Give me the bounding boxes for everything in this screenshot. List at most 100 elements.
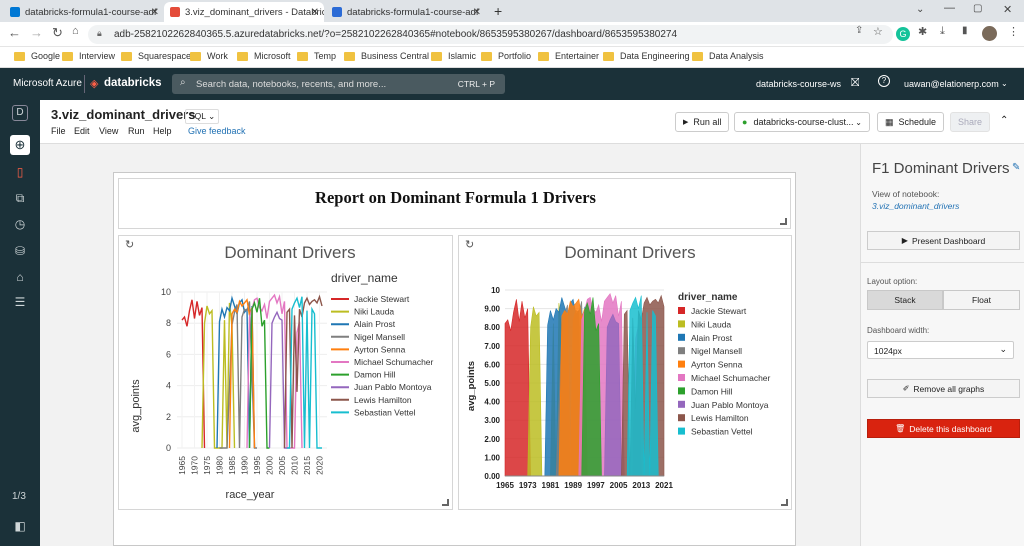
y-tick-label: 0.00 (484, 472, 500, 481)
stack-option[interactable]: Stack (867, 290, 943, 310)
workflows-icon[interactable]: ☰ (10, 292, 30, 312)
menu-help[interactable]: Help (153, 126, 172, 136)
dashboard-settings-panel: F1 Dominant Drivers ✎ View of notebook: … (860, 144, 1024, 546)
home-icon[interactable]: ⌂ (72, 25, 79, 37)
back-icon[interactable]: ← (8, 25, 21, 40)
download-icon[interactable]: ⤓ (940, 25, 945, 38)
resize-handle[interactable] (442, 499, 449, 506)
bookmark-islamic[interactable]: Islamic (431, 51, 476, 61)
legend-swatch (678, 414, 685, 422)
y-tick-label: 3.00 (484, 416, 500, 425)
share-button[interactable]: Share (950, 112, 991, 132)
present-dashboard-button[interactable]: ▶ Present Dashboard (867, 231, 1020, 250)
legend-entry: Lewis Hamilton (691, 413, 749, 423)
calendar-icon: ▦ (885, 116, 894, 127)
delete-dashboard-button[interactable]: 🗑︎ Delete this dashboard (867, 419, 1020, 438)
legend-entry: Alain Prost (354, 319, 396, 329)
bookmark-microsoft[interactable]: Microsoft (237, 51, 291, 61)
x-tick-label: 2013 (632, 481, 650, 490)
bookmark-interview[interactable]: Interview (62, 51, 115, 61)
forward-icon[interactable]: → (30, 25, 43, 40)
star-icon[interactable]: ☆ (873, 25, 883, 38)
sidepanel-icon[interactable]: ▮ (962, 25, 968, 36)
bookmark-business-central[interactable]: Business Central (344, 51, 429, 61)
reload-icon[interactable]: ↻ (52, 25, 63, 41)
notebook-title[interactable]: 3.viz_dominant_drivers (51, 107, 196, 122)
global-search-input[interactable]: ⌕ Search data, notebooks, recents, and m… (172, 74, 505, 94)
repos-icon[interactable]: ⧉ (10, 188, 30, 208)
bookmark-entertainer[interactable]: Entertainer (538, 51, 599, 61)
workspace-icon[interactable]: ▯ (10, 162, 30, 182)
menu-edit[interactable]: Edit (74, 126, 90, 136)
data-icon[interactable]: ⛁ (10, 241, 30, 261)
remove-all-graphs-button[interactable]: ✐ Remove all graphs (867, 379, 1020, 398)
x-tick-label: 1985 (227, 456, 237, 475)
profile-avatar[interactable] (982, 26, 997, 41)
language-selector[interactable]: SQL ⌄ (185, 109, 220, 124)
recents-icon[interactable]: ◷ (10, 214, 30, 234)
url-field[interactable]: 🔒︎ adb-2582102262840365.5.azuredatabrick… (88, 25, 893, 44)
chevron-down-icon[interactable]: ⌄ (916, 4, 924, 15)
dashboard-width-select[interactable]: 1024px ⌄ (867, 341, 1014, 359)
minimize-icon[interactable]: — (944, 2, 955, 14)
collapse-sidebar-icon[interactable]: ◧ (10, 516, 30, 536)
menu-view[interactable]: View (99, 126, 118, 136)
collapse-header-icon[interactable]: ⌃ (1000, 115, 1008, 126)
bookmark-portfolio[interactable]: Portfolio (481, 51, 531, 61)
bookmark-label: Microsoft (254, 51, 291, 61)
kebab-menu-icon[interactable]: ⋮ (1008, 25, 1019, 38)
bookmark-work[interactable]: Work (190, 51, 228, 61)
folder-icon (62, 51, 73, 61)
resize-handle[interactable] (781, 499, 788, 506)
close-icon[interactable]: ✕ (151, 7, 159, 18)
gift-icon[interactable]: ⛝ (851, 77, 859, 90)
chart2-svg: Dominant Drivers avg_points driver_name … (466, 243, 771, 490)
browser-tab-3[interactable]: databricks-formula1-course-adf ✕ (326, 2, 486, 22)
menu-run[interactable]: Run (128, 126, 145, 136)
bookmark-label: Work (207, 51, 228, 61)
new-icon[interactable]: ⊕ (10, 135, 30, 155)
dashboard-title[interactable]: F1 Dominant Drivers (872, 160, 1010, 177)
cluster-selector[interactable]: ● databricks-course-clust... ⌄ (734, 112, 870, 132)
workspace-switcher[interactable]: databricks-course-ws (756, 79, 841, 89)
run-all-button[interactable]: ▶ Run all (675, 112, 730, 132)
browser-tab-1[interactable]: databricks-formula1-course-adf ✕ (4, 2, 164, 22)
help-icon[interactable]: ? (878, 75, 890, 87)
bookmark-data-engineering[interactable]: Data Engineering (603, 51, 690, 61)
bookmark-squarespace[interactable]: Squarespace (121, 51, 191, 61)
chevron-down-icon[interactable]: ⌄ (1001, 79, 1008, 88)
menu-file[interactable]: File (51, 126, 66, 136)
close-icon[interactable]: ✕ (473, 7, 481, 18)
series-area-jackie-stewart (504, 299, 531, 477)
window-close-icon[interactable]: ✕ (1003, 3, 1012, 16)
divider (861, 262, 1024, 263)
share-icon[interactable]: ⇪ (855, 25, 863, 36)
y-tick-label: 2 (166, 412, 171, 422)
edit-pencil-icon[interactable]: ✎ (1012, 162, 1020, 173)
notebook-link[interactable]: 3.viz_dominant_drivers (872, 201, 959, 211)
bookmark-label: Squarespace (138, 51, 192, 61)
top-nav: Microsoft Azure ◈ databricks ⌕ Search da… (0, 68, 1024, 100)
workspace-d-icon[interactable]: D (12, 105, 28, 121)
present-label: Present Dashboard (911, 235, 986, 246)
new-tab-icon[interactable]: + (494, 3, 502, 19)
give-feedback-link[interactable]: Give feedback (188, 126, 246, 136)
bookmark-label: Portfolio (498, 51, 532, 61)
search-icon: ⌕ (180, 77, 186, 88)
grammarly-icon[interactable]: G (896, 27, 910, 41)
y-tick-label: 10 (161, 287, 171, 297)
maximize-icon[interactable]: ▢ (973, 3, 982, 14)
bookmark-google[interactable]: Google (14, 51, 60, 61)
extensions-icon[interactable]: ✱ (918, 25, 927, 38)
bookmark-temp[interactable]: Temp (297, 51, 336, 61)
float-option[interactable]: Float (943, 290, 1020, 310)
browser-tab-2[interactable]: 3.viz_dominant_drivers - Databric ✕ (164, 2, 324, 22)
user-menu[interactable]: uawan@elationerp.com (904, 79, 999, 89)
compute-icon[interactable]: ⌂ (10, 267, 30, 287)
resize-handle[interactable] (780, 218, 787, 225)
schedule-button[interactable]: ▦ Schedule (877, 112, 945, 132)
close-icon[interactable]: ✕ (311, 7, 319, 18)
left-rail: D ⊕ ▯ ⧉ ◷ ⛁ ⌂ ☰ 1/3 ◧ (0, 100, 40, 546)
bookmark-data-analysis[interactable]: Data Analysis (692, 51, 764, 61)
bookmark-label: Islamic (448, 51, 477, 61)
